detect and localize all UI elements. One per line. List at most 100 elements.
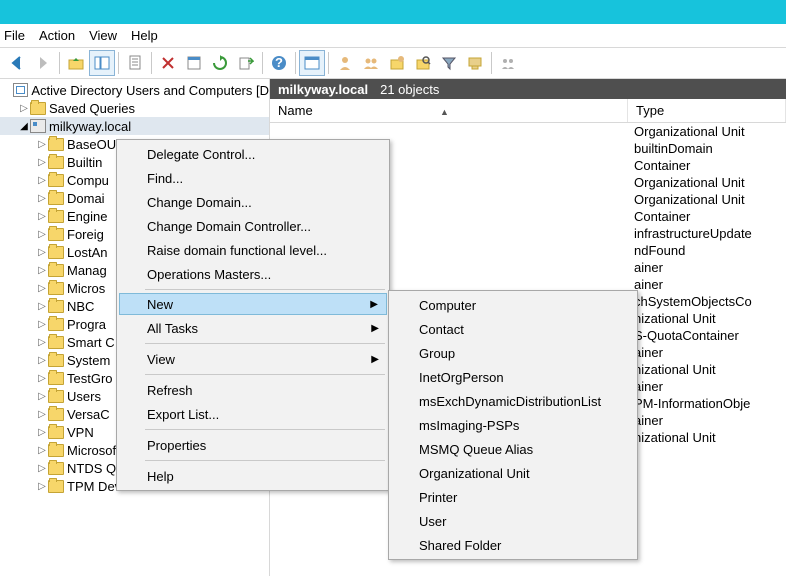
context-submenu-new: ComputerContactGroupInetOrgPerson msExchD… <box>388 290 638 560</box>
ctx-label: msExchDynamicDistributionList <box>419 394 601 409</box>
ctx-properties[interactable]: Properties <box>119 433 387 457</box>
folder-icon <box>48 318 64 331</box>
ctx-item[interactable]: Change Domain Controller... <box>119 214 387 238</box>
collapse-icon[interactable]: ◢ <box>18 121 30 132</box>
group-icon-button[interactable] <box>358 50 384 76</box>
nav-forward-button[interactable] <box>30 50 56 76</box>
cell-type: Organizational Unit <box>628 192 786 207</box>
expand-icon[interactable]: ▷ <box>36 175 48 186</box>
menu-file[interactable]: File <box>4 28 25 43</box>
ctx-label: Shared Folder <box>419 538 501 553</box>
find-button[interactable] <box>410 50 436 76</box>
folder-icon <box>48 480 64 493</box>
ctx-new-item[interactable]: User <box>391 509 635 533</box>
cut-button[interactable] <box>122 50 148 76</box>
tree-domain[interactable]: ◢ milkyway.local <box>0 117 269 135</box>
ctx-new-item[interactable]: msImaging-PSPs <box>391 413 635 437</box>
expand-icon[interactable]: ▷ <box>36 427 48 438</box>
up-folder-button[interactable] <box>63 50 89 76</box>
expand-icon[interactable]: ▷ <box>36 463 48 474</box>
tree-saved-queries[interactable]: ▷ Saved Queries <box>0 99 269 117</box>
ctx-new[interactable]: New▶ <box>119 293 387 315</box>
filter-button[interactable] <box>436 50 462 76</box>
ctx-label: Find... <box>147 171 183 186</box>
show-hide-tree-button[interactable] <box>89 50 115 76</box>
ctx-new-item[interactable]: Computer <box>391 293 635 317</box>
tree-root[interactable]: Active Directory Users and Computers [D <box>0 81 269 99</box>
expand-icon[interactable]: ▷ <box>36 229 48 240</box>
expand-icon[interactable]: ▷ <box>36 373 48 384</box>
ctx-new-item[interactable]: Contact <box>391 317 635 341</box>
ctx-new-item[interactable]: MSMQ Queue Alias <box>391 437 635 461</box>
column-type-label: Type <box>636 103 664 118</box>
column-name-label: Name <box>278 103 313 118</box>
ctx-view[interactable]: View▶ <box>119 347 387 371</box>
menu-help[interactable]: Help <box>131 28 158 43</box>
ctx-item[interactable]: Raise domain functional level... <box>119 238 387 262</box>
expand-icon[interactable]: ▷ <box>36 319 48 330</box>
expand-icon[interactable]: ▷ <box>36 409 48 420</box>
ctx-export[interactable]: Export List... <box>119 402 387 426</box>
expand-icon[interactable]: ▷ <box>36 445 48 456</box>
ctx-new-item[interactable]: InetOrgPerson <box>391 365 635 389</box>
expand-icon[interactable]: ▷ <box>36 265 48 276</box>
window-titlebar <box>0 0 786 24</box>
properties-button[interactable] <box>181 50 207 76</box>
computer-icon-button[interactable] <box>462 50 488 76</box>
menu-view[interactable]: View <box>89 28 117 43</box>
ctx-new-item[interactable]: Printer <box>391 485 635 509</box>
ctx-item[interactable]: Operations Masters... <box>119 262 387 286</box>
ctx-item[interactable]: Find... <box>119 166 387 190</box>
view-button[interactable] <box>299 50 325 76</box>
domain-icon <box>30 119 46 133</box>
ctx-all-tasks[interactable]: All Tasks▶ <box>119 316 387 340</box>
column-name[interactable]: Name ▲ <box>270 99 628 122</box>
tree-label: Manag <box>67 263 107 278</box>
expand-icon[interactable]: ▷ <box>18 103 30 114</box>
ctx-label: Delegate Control... <box>147 147 255 162</box>
sort-ascending-icon: ▲ <box>440 107 449 117</box>
expand-icon[interactable]: ▷ <box>36 193 48 204</box>
list-row[interactable]: Organizational Unit <box>270 123 786 140</box>
add-criteria-button[interactable] <box>495 50 521 76</box>
ctx-refresh[interactable]: Refresh <box>119 378 387 402</box>
ctx-new-item[interactable]: Shared Folder <box>391 533 635 557</box>
ctx-label: Export List... <box>147 407 219 422</box>
ctx-label: Change Domain Controller... <box>147 219 311 234</box>
tree-label: Domai <box>67 191 105 206</box>
export-button[interactable] <box>233 50 259 76</box>
expand-icon[interactable]: ▷ <box>36 283 48 294</box>
expand-icon[interactable]: ▷ <box>36 481 48 492</box>
expand-icon[interactable]: ▷ <box>36 157 48 168</box>
folder-icon <box>48 444 64 457</box>
ctx-new-item[interactable]: Group <box>391 341 635 365</box>
folder-icon <box>48 156 64 169</box>
user-icon-button[interactable] <box>332 50 358 76</box>
nav-back-button[interactable] <box>4 50 30 76</box>
expand-icon[interactable]: ▷ <box>36 391 48 402</box>
folder-icon <box>48 174 64 187</box>
tree-label: Micros <box>67 281 105 296</box>
expand-icon[interactable]: ▷ <box>36 337 48 348</box>
ou-icon-button[interactable] <box>384 50 410 76</box>
help-button[interactable]: ? <box>266 50 292 76</box>
expand-icon[interactable]: ▷ <box>36 139 48 150</box>
delete-button[interactable] <box>155 50 181 76</box>
ctx-new-item[interactable]: Organizational Unit <box>391 461 635 485</box>
folder-icon <box>48 462 64 475</box>
menu-action[interactable]: Action <box>39 28 75 43</box>
refresh-button[interactable] <box>207 50 233 76</box>
expand-icon[interactable]: ▷ <box>36 211 48 222</box>
column-type[interactable]: Type <box>628 99 786 122</box>
ctx-item[interactable]: Change Domain... <box>119 190 387 214</box>
folder-icon <box>30 102 46 115</box>
ctx-help[interactable]: Help <box>119 464 387 488</box>
expand-icon[interactable]: ▷ <box>36 247 48 258</box>
folder-icon <box>48 192 64 205</box>
expand-icon[interactable]: ▷ <box>36 355 48 366</box>
menubar: File Action View Help <box>0 24 786 48</box>
expand-icon[interactable]: ▷ <box>36 301 48 312</box>
ctx-item[interactable]: Delegate Control... <box>119 142 387 166</box>
ctx-new-item[interactable]: msExchDynamicDistributionList <box>391 389 635 413</box>
tree-label: Users <box>67 389 101 404</box>
